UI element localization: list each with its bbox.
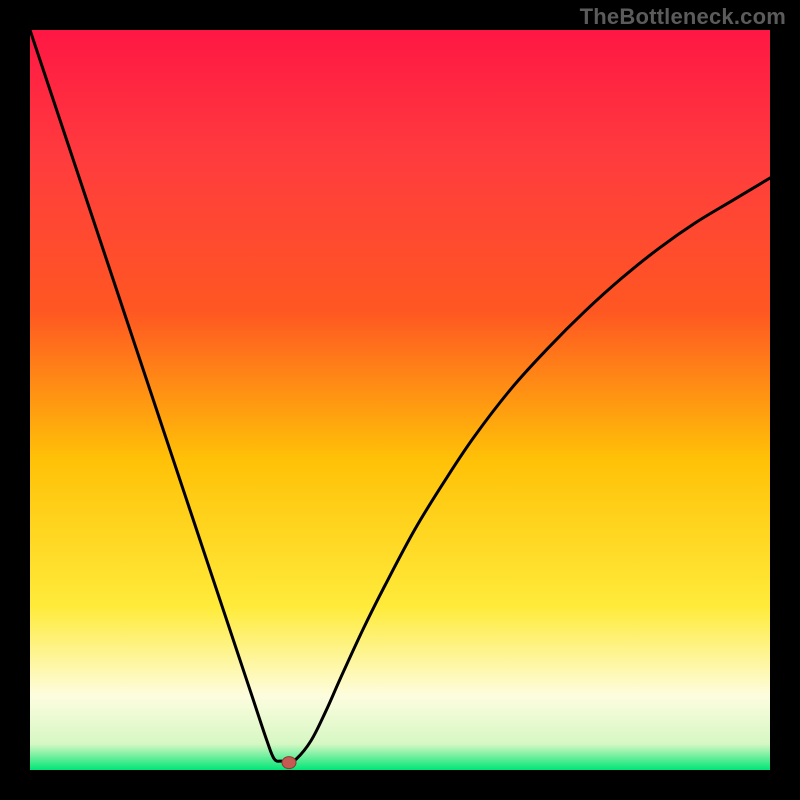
optimum-marker xyxy=(282,757,296,769)
plot-area xyxy=(30,30,770,770)
watermark-text: TheBottleneck.com xyxy=(580,4,786,30)
gradient-background xyxy=(30,30,770,770)
chart-container: TheBottleneck.com xyxy=(0,0,800,800)
plot-svg xyxy=(30,30,770,770)
